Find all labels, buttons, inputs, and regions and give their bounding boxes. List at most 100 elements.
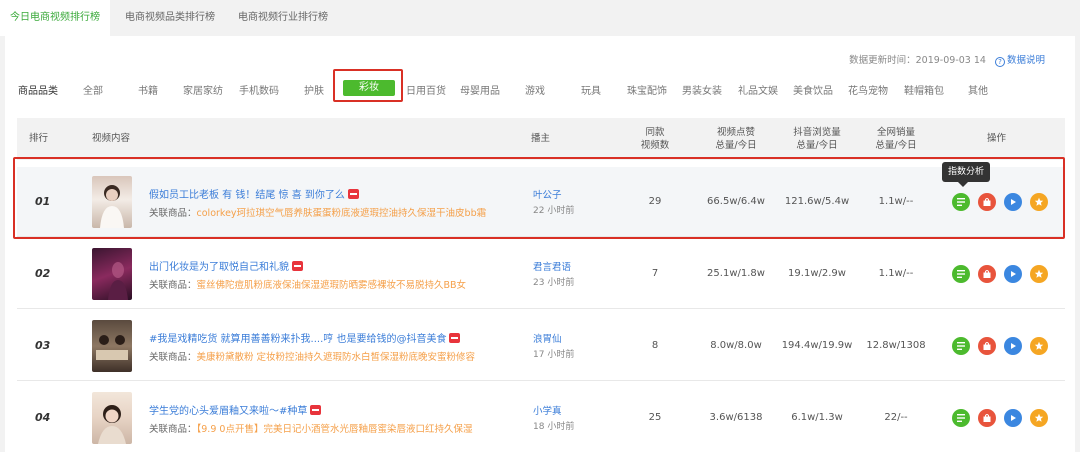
data-help-label: 数据说明 (1006, 55, 1045, 66)
star-icon (1034, 341, 1044, 350)
video-thumbnail[interactable] (92, 392, 132, 444)
favorite-button[interactable] (1030, 265, 1048, 283)
category-toys[interactable]: 玩具 (581, 82, 601, 97)
goods-link[interactable]: 蜜丝佛陀痘肌粉底液保油保湿遮瑕防晒雾感裸妆不易脱持久BB女 (197, 280, 467, 291)
likes-value: 25.1w/1.8w (707, 268, 765, 279)
category-digital[interactable]: 手机数码 (239, 82, 279, 97)
row-rank: 03 (35, 339, 51, 352)
ad-badge-icon (292, 261, 303, 271)
ad-badge-icon (310, 405, 322, 415)
header-anchor: 播主 (531, 133, 551, 144)
publish-time: 17 小时前 (533, 350, 575, 360)
category-filter-label: 商品品类 (18, 86, 58, 97)
category-all[interactable]: 全部 (83, 82, 103, 97)
category-filter: 商品品类 全部 书籍 家居家纺 手机数码 护肤 彩妆 日用百货 母婴用品 游戏 … (5, 76, 1075, 100)
shop-button[interactable] (978, 337, 996, 355)
video-title-text: #我是戏精吃货 就算用善善粉来扑我....哼 也是要给钱的@抖音美食 (149, 334, 447, 345)
views-value: 19.1w/2.9w (788, 268, 846, 279)
likes-value: 3.6w/6138 (709, 412, 763, 423)
header-views-line1: 抖音浏览量 (793, 127, 841, 138)
category-clothing[interactable]: 男装女装 (682, 82, 722, 97)
category-other[interactable]: 其他 (968, 82, 988, 97)
anchor-name-link[interactable]: 君言君语 (533, 259, 571, 273)
ranking-tabs: 今日电商视频排行榜 电商视频品类排行榜 电商视频行业排行榜 (0, 0, 1080, 36)
header-content: 视频内容 (92, 133, 131, 144)
video-title-link[interactable]: 学生党的心头爱眉釉又来啦～#种草 (149, 402, 322, 417)
star-icon (1034, 269, 1044, 278)
play-button[interactable] (1004, 409, 1022, 427)
video-thumbnail[interactable] (92, 248, 132, 300)
category-bags[interactable]: 鞋帽箱包 (904, 82, 944, 97)
sales-value: 1.1w/-- (878, 268, 914, 279)
row-actions (952, 265, 1052, 285)
row-actions (952, 409, 1052, 429)
same-videos-count: 7 (651, 268, 659, 279)
header-sales: 全网销量 总量/今日 (861, 126, 931, 152)
tab-today-ranking[interactable]: 今日电商视频排行榜 (0, 0, 110, 36)
question-icon: ? (994, 57, 1005, 67)
category-skincare[interactable]: 护肤 (304, 82, 324, 97)
category-games[interactable]: 游戏 (525, 82, 545, 97)
table-row: 03 #我是戏精吃货 就算用善善粉来扑我....哼 也是要给钱的@抖音美食 关联… (17, 311, 1065, 381)
favorite-button[interactable] (1030, 337, 1048, 355)
tab-industry-ranking[interactable]: 电商视频行业排行榜 (228, 0, 338, 36)
play-button[interactable] (1004, 337, 1022, 355)
header-likes-line1: 视频点赞 (716, 127, 755, 138)
video-title-link[interactable]: #我是戏精吃货 就算用善善粉来扑我....哼 也是要给钱的@抖音美食 (149, 330, 461, 345)
goods-link[interactable]: 【9.9 0点开售】完美日记小酒管水光唇釉唇蜜染唇液口红持久保湿 (197, 424, 473, 435)
related-goods: 关联商品：美康粉黛散粉 定妆粉控油持久遮瑕防水白皙保湿粉底晚安蜜粉修容 (149, 349, 475, 363)
update-info: 数据更新时间：2019-09-03 14 ? 数据说明 (849, 52, 1045, 67)
video-title-text: 学生党的心头爱眉釉又来啦～#种草 (149, 406, 308, 417)
header-likes: 视频点赞 总量/今日 (701, 126, 771, 152)
play-icon (1011, 343, 1016, 349)
play-button[interactable] (1004, 265, 1022, 283)
category-books[interactable]: 书籍 (138, 82, 158, 97)
header-ops: 操作 (987, 133, 1007, 144)
video-thumbnail[interactable] (92, 320, 132, 372)
shopping-bag-icon (983, 414, 991, 422)
video-title-text: 出门化妆是为了取悦自己和礼貌 (149, 262, 289, 273)
header-same-videos-line2: 视频数 (640, 140, 670, 151)
category-gifts[interactable]: 礼品文娱 (738, 82, 778, 97)
play-icon (1011, 415, 1016, 421)
header-sales-line1: 全网销量 (876, 127, 915, 138)
shopping-bag-icon (983, 270, 991, 278)
anchor-name-link[interactable]: 小学真 (533, 403, 562, 417)
tab-category-ranking[interactable]: 电商视频品类排行榜 (115, 0, 225, 36)
star-icon (1034, 413, 1044, 422)
ad-badge-icon (449, 333, 461, 343)
header-same-videos: 同款 视频数 (631, 126, 679, 152)
video-title-link[interactable]: 出门化妆是为了取悦自己和礼貌 (149, 258, 303, 273)
favorite-button[interactable] (1030, 409, 1048, 427)
list-icon (957, 414, 965, 422)
views-value: 6.1w/1.3w (791, 412, 843, 423)
category-baby[interactable]: 母婴用品 (460, 82, 500, 97)
row-actions (952, 337, 1052, 357)
category-pets[interactable]: 花鸟宠物 (848, 82, 888, 97)
index-analysis-button[interactable] (952, 337, 970, 355)
same-videos-count: 8 (651, 340, 659, 351)
category-home[interactable]: 家居家纺 (183, 82, 223, 97)
header-views-line2: 总量/今日 (796, 140, 838, 151)
goods-link[interactable]: 美康粉黛散粉 定妆粉控油持久遮瑕防水白皙保湿粉底晚安蜜粉修容 (197, 352, 476, 363)
header-rank: 排行 (29, 133, 49, 144)
anchor-name-link[interactable]: 浪胃仙 (533, 331, 562, 345)
index-analysis-button[interactable] (952, 409, 970, 427)
table-row: 04 学生党的心头爱眉釉又来啦～#种草 关联商品：【9.9 0点开售】完美日记小… (17, 383, 1065, 452)
likes-value: 8.0w/8.0w (710, 340, 762, 351)
goods-label: 关联商品： (149, 280, 197, 291)
sales-value: 12.8w/1308 (866, 340, 926, 351)
index-analysis-tooltip: 指数分析 (942, 162, 991, 187)
shop-button[interactable] (978, 265, 996, 283)
related-goods: 关联商品：【9.9 0点开售】完美日记小酒管水光唇釉唇蜜染唇液口红持久保湿 (149, 421, 472, 435)
publish-time: 23 小时前 (533, 278, 575, 288)
category-food[interactable]: 美食饮品 (793, 82, 833, 97)
shop-button[interactable] (978, 409, 996, 427)
data-help-link[interactable]: ? 数据说明 (994, 55, 1045, 67)
index-analysis-button[interactable] (952, 265, 970, 283)
category-daily-goods[interactable]: 日用百货 (406, 82, 446, 97)
update-time: 2019-09-03 14 (915, 55, 986, 66)
category-jewelry[interactable]: 珠宝配饰 (627, 82, 667, 97)
goods-label: 关联商品： (149, 424, 197, 435)
views-value: 194.4w/19.9w (781, 340, 853, 351)
